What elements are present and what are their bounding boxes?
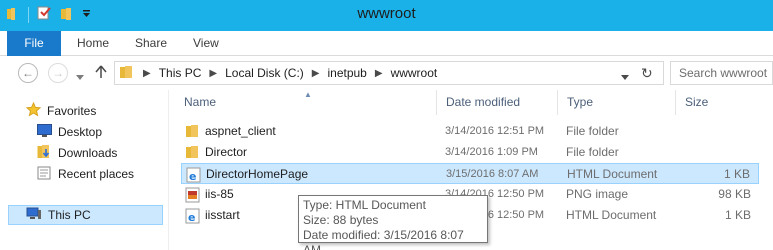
file-name: iis-85 [205,187,234,201]
nav-favorites[interactable]: Favorites [25,101,97,121]
file-date: 3/15/2016 8:07 AM [446,168,539,180]
refresh-icon[interactable]: ↻ [641,65,653,82]
tab-view[interactable]: View [193,31,219,56]
file-size: 1 KB [724,208,751,222]
nav-downloads[interactable]: Downloads [37,143,117,163]
back-button[interactable]: ← [18,63,38,83]
file-type: File folder [566,124,619,138]
nav-this-pc[interactable]: This PC [8,205,163,225]
forward-button[interactable]: → [48,63,68,83]
breadcrumb-wwwroot[interactable]: wwwroot [391,66,438,80]
breadcrumb-local-disk[interactable]: Local Disk (C:) [225,66,304,80]
file-type: HTML Document [567,167,658,181]
chevron-right-icon[interactable]: ▶ [209,68,217,79]
ribbon: File Home Share View [0,31,773,56]
column-headers: ▲ Name Date modified Type Size [175,90,773,115]
navigation-pane: Favorites Desktop Downloads Recent place… [0,90,168,250]
downloads-folder-icon [37,144,52,162]
breadcrumb-this-pc[interactable]: This PC [159,66,202,80]
address-bar[interactable]: ▶ This PC ▶ Local Disk (C:) ▶ inetpub ▶ … [114,61,664,85]
file-size: 98 KB [718,187,751,201]
file-name: aspnet_client [205,124,276,138]
ie-document-icon: e [185,208,201,224]
file-date: 3/14/2016 1:09 PM [445,146,538,158]
recent-locations-icon[interactable] [76,70,84,84]
file-size: 1 KB [723,167,750,181]
nav-this-pc-label: This PC [48,208,91,222]
tooltip-type: Type: HTML Document [303,198,426,212]
column-header-name[interactable]: Name [175,90,437,115]
folder-icon [185,145,201,159]
file-name: Director [205,145,248,159]
tooltip-size: Size: 88 bytes [303,213,379,227]
column-header-date[interactable]: Date modified [437,90,558,115]
address-row: ← → ▶ This PC ▶ Local Disk (C:) ▶ inetpu… [0,56,773,90]
png-image-icon [185,187,201,203]
tab-home[interactable]: Home [77,31,109,56]
tab-file[interactable]: File [7,31,61,56]
svg-text:e: e [189,170,196,183]
file-row[interactable]: Director 3/14/2016 1:09 PM File folder [181,142,759,163]
search-input[interactable]: Search wwwroot [670,61,773,85]
column-header-type[interactable]: Type [558,90,676,115]
nav-favorites-label: Favorites [47,104,97,118]
folder-icon [185,124,201,138]
file-name: DirectorHomePage [206,167,309,181]
address-dropdown-icon[interactable] [621,70,629,84]
chevron-right-icon[interactable]: ▶ [312,68,320,79]
column-header-size[interactable]: Size [676,90,772,115]
file-type: HTML Document [566,208,657,222]
file-type: PNG image [566,187,629,201]
title-bar: wwwroot [0,0,773,31]
forward-arrow-icon: → [52,66,64,80]
this-pc-icon [26,207,42,223]
file-name: iisstart [205,208,240,222]
file-row[interactable]: aspnet_client 3/14/2016 12:51 PM File fo… [181,121,759,142]
file-row[interactable]: e DirectorHomePage 3/15/2016 8:07 AM HTM… [181,163,759,184]
nav-recent-places-label: Recent places [58,167,135,181]
ie-document-icon: e [186,167,202,183]
nav-recent-places[interactable]: Recent places [37,164,134,184]
breadcrumb-inetpub[interactable]: inetpub [327,66,366,80]
up-arrow-icon[interactable] [95,65,107,82]
nav-desktop-label: Desktop [58,125,103,139]
tab-share[interactable]: Share [135,31,167,56]
chevron-right-icon[interactable]: ▶ [375,68,383,79]
svg-text:e: e [188,211,195,224]
window-title: wwwroot [357,5,416,22]
file-type: File folder [566,145,619,159]
recent-places-icon [37,165,52,183]
tooltip-date: Date modified: 3/15/2016 8:07 AM [303,228,464,250]
file-date: 3/14/2016 12:51 PM [445,125,545,137]
nav-downloads-label: Downloads [58,146,118,160]
pane-splitter[interactable] [168,90,169,250]
desktop-icon [37,124,52,140]
nav-desktop[interactable]: Desktop [37,122,102,142]
star-icon [25,101,42,120]
folder-icon [119,65,135,82]
file-info-tooltip: Type: HTML Document Size: 88 bytes Date … [298,195,488,250]
back-arrow-icon: ← [22,66,34,80]
chevron-right-icon[interactable]: ▶ [143,68,151,79]
